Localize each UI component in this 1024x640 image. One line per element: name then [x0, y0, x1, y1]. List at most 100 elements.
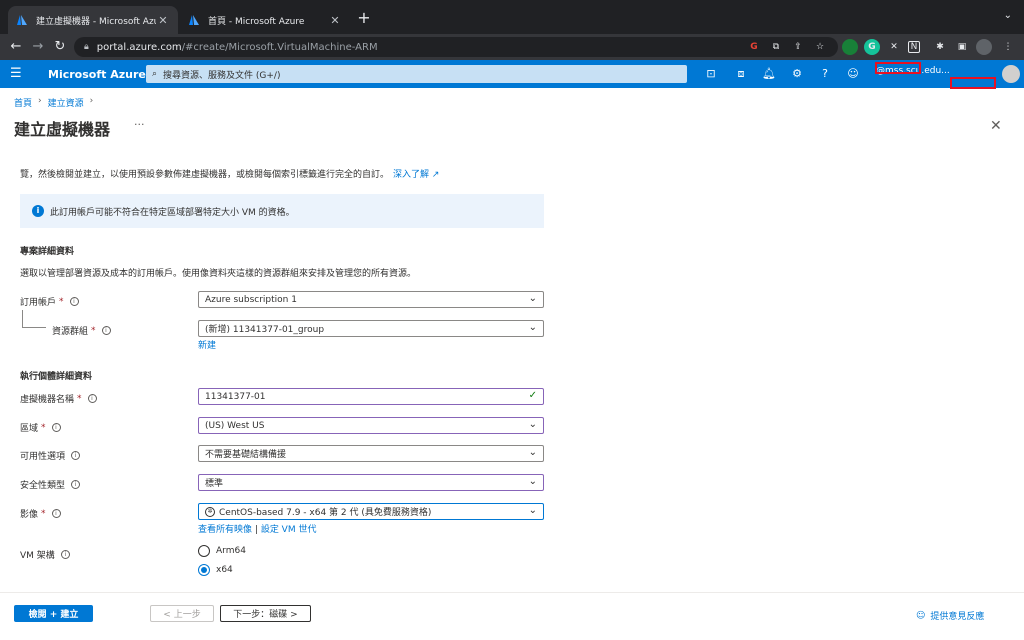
profile-avatar[interactable] — [976, 39, 992, 55]
browser-toolbar: ← → ↻ 🔒︎ portal.azure.com/#create/Micros… — [0, 34, 1024, 60]
search-icon: ⌕ — [152, 69, 158, 79]
back-arrow-icon[interactable]: ← — [8, 39, 24, 55]
info-icon: i — [32, 205, 44, 217]
azure-brand[interactable]: Microsoft Azure — [48, 68, 146, 81]
tab-home[interactable]: 首頁 - Microsoft Azure ✕ — [180, 6, 350, 34]
sidepanel-icon[interactable]: ▣ — [954, 39, 970, 55]
create-new-resource-group-link[interactable]: 新建 — [198, 338, 216, 351]
bookmark-star-icon[interactable]: ☆ — [812, 39, 828, 55]
breadcrumb-home[interactable]: 首頁 — [14, 96, 32, 109]
more-options-icon[interactable]: ··· — [134, 118, 145, 131]
info-circle-icon: i — [51, 509, 61, 518]
global-search-input[interactable]: ⌕ 搜尋資源、服務及文件 (G+/) — [146, 65, 687, 83]
info-banner: i 此訂用帳戶可能不符合在特定區域部署特定大小 VM 的資格。 — [20, 194, 544, 228]
forward-arrow-icon[interactable]: → — [30, 39, 46, 55]
info-circle-icon: i — [71, 480, 81, 489]
directory-filter-icon[interactable]: ⧈ — [734, 67, 748, 81]
availability-label: 可用性選項 i — [20, 449, 81, 462]
vm-architecture-label: VM 架構 i — [20, 548, 70, 561]
info-circle-icon: i — [71, 451, 81, 460]
notifications-bell-icon[interactable]: 🔔︎ — [762, 67, 776, 81]
radio-circle[interactable] — [198, 545, 210, 557]
install-app-icon[interactable]: ⧉ — [768, 39, 784, 55]
image-links: 查看所有映像 | 設定 VM 世代 — [198, 525, 317, 535]
previous-button[interactable]: < 上一步 — [150, 605, 214, 622]
url-text: portal.azure.com/#create/Microsoft.Virtu… — [96, 41, 378, 53]
project-details-heading: 專案詳細資料 — [20, 247, 75, 257]
azure-logo-icon — [189, 15, 199, 25]
account-avatar[interactable] — [1002, 65, 1020, 83]
project-details-description: 選取以管理部署資源及成本的訂用帳戶。使用像資料夾這樣的資源群組來安排及管理您的所… — [20, 269, 417, 279]
info-circle-icon: i — [87, 394, 97, 403]
help-icon[interactable]: ? — [818, 67, 832, 81]
info-circle-icon: i — [69, 297, 79, 306]
browser-menu-icon[interactable]: ⋮ — [1000, 39, 1016, 55]
chevron-down-icon: ⌄ — [528, 293, 537, 304]
region-label: 區域 * i — [20, 421, 61, 434]
lock-icon: 🔒︎ — [84, 42, 89, 52]
close-tab-icon[interactable]: ✕ — [328, 14, 342, 27]
close-blade-icon[interactable]: ✕ — [990, 118, 1002, 134]
centos-icon: ✲ — [205, 506, 215, 517]
info-circle-icon: i — [101, 326, 111, 335]
info-circle-icon: i — [51, 423, 61, 432]
settings-gear-icon[interactable]: ⚙ — [790, 67, 804, 81]
learn-more-link[interactable]: 深入了解 ↗ — [393, 170, 439, 180]
notion-icon[interactable]: N — [908, 41, 920, 53]
image-dropdown[interactable]: ✲ CentOS-based 7.9 - x64 第 2 代 (具免費服務資格)… — [198, 503, 544, 520]
tab-create-vm[interactable]: 建立虛擬機器 - Microsoft Azure ✕ — [8, 6, 178, 34]
region-dropdown[interactable]: (US) West US ⌄ — [198, 417, 544, 434]
tree-connector — [22, 310, 46, 328]
annotation-highlight — [875, 62, 921, 74]
feedback-person-icon: ☺ — [916, 610, 926, 621]
chevron-down-icon: ⌄ — [528, 322, 537, 333]
annotation-highlight — [950, 77, 996, 89]
instance-details-heading: 執行個體詳細資料 — [20, 372, 93, 382]
feedback-icon[interactable]: ☺ — [846, 67, 860, 81]
radio-circle-selected[interactable] — [198, 564, 210, 576]
chevron-down-icon: ⌄ — [528, 505, 537, 516]
check-icon: ✓ — [528, 390, 537, 401]
security-type-label: 安全性類型 i — [20, 478, 81, 491]
availability-dropdown[interactable]: 不需要基礎結構備援 ⌄ — [198, 445, 544, 462]
feedback-link[interactable]: ☺ 提供意見反應 — [916, 609, 984, 623]
new-tab-button[interactable]: + — [354, 8, 374, 28]
see-all-images-link[interactable]: 查看所有映像 — [198, 525, 252, 535]
page-title: 建立虛擬機器 — [14, 120, 111, 139]
arch-radio-x64[interactable]: x64 — [198, 564, 233, 576]
tab-search-chevron-icon[interactable]: ⌄ — [1004, 10, 1012, 21]
subscription-label: 訂用帳戶 * i — [20, 295, 79, 308]
extension-x-icon[interactable]: ✕ — [886, 39, 902, 55]
search-placeholder: 搜尋資源、服務及文件 (G+/) — [163, 70, 281, 81]
cloud-shell-icon[interactable]: ⊡ — [704, 67, 718, 81]
reload-icon[interactable]: ↻ — [52, 39, 68, 55]
azure-logo-icon — [17, 15, 27, 25]
info-circle-icon: i — [60, 550, 70, 559]
hamburger-menu-icon[interactable]: ☰ — [10, 66, 22, 81]
address-bar[interactable]: 🔒︎ portal.azure.com/#create/Microsoft.Vi… — [74, 37, 838, 57]
tab-title: 首頁 - Microsoft Azure — [208, 16, 305, 27]
google-icon[interactable]: G — [746, 39, 762, 55]
extension-leaf-icon[interactable] — [842, 39, 858, 55]
breadcrumb-create-resource[interactable]: 建立資源 — [48, 96, 84, 109]
arch-radio-arm64[interactable]: Arm64 — [198, 545, 246, 557]
breadcrumb-separator-icon: › — [38, 96, 42, 106]
close-tab-icon[interactable]: ✕ — [156, 14, 170, 27]
subscription-dropdown[interactable]: Azure subscription 1 ⌄ — [198, 291, 544, 308]
resource-group-dropdown[interactable]: (新增) 11341377-01_group ⌄ — [198, 320, 544, 337]
image-label: 影像 * i — [20, 507, 61, 520]
configure-vm-generation-link[interactable]: 設定 VM 世代 — [261, 525, 317, 535]
vm-name-input[interactable]: 11341377-01 ✓ — [198, 388, 544, 405]
security-type-dropdown[interactable]: 標準 ⌄ — [198, 474, 544, 491]
grammarly-icon[interactable]: G — [864, 39, 880, 55]
azure-header: ☰ Microsoft Azure ⌕ 搜尋資源、服務及文件 (G+/) ⊡ ⧈… — [0, 60, 1024, 88]
tab-title: 建立虛擬機器 - Microsoft Azure — [36, 16, 156, 27]
breadcrumb: 首頁 › 建立資源 › — [14, 96, 93, 109]
share-icon[interactable]: ⇪ — [790, 39, 806, 55]
chevron-down-icon: ⌄ — [528, 476, 537, 487]
chevron-down-icon: ⌄ — [528, 419, 537, 430]
extensions-puzzle-icon[interactable]: ✱ — [932, 39, 948, 55]
next-disks-button[interactable]: 下一步：磁碟 > — [220, 605, 311, 622]
resource-group-label: 資源群組 * i — [52, 324, 111, 337]
review-create-button[interactable]: 檢閱 + 建立 — [14, 605, 93, 622]
